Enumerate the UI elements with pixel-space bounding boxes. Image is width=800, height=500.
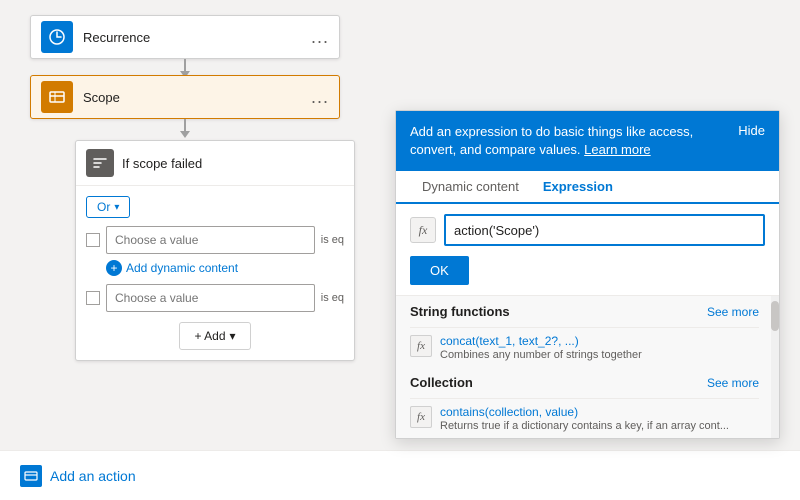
or-button[interactable]: Or ▾ bbox=[86, 196, 130, 218]
collection-header: Collection See more bbox=[410, 367, 759, 398]
func-item-concat: fx concat(text_1, text_2?, ...) Combines… bbox=[410, 327, 759, 367]
fx-badge: fx bbox=[410, 217, 436, 243]
arrow-2 bbox=[180, 119, 190, 138]
is-equal-label-1: is eq bbox=[321, 234, 344, 246]
recurrence-title: Recurrence bbox=[83, 30, 311, 45]
expr-functions-area: String functions See more fx concat(text… bbox=[396, 295, 779, 438]
func-fx-concat: fx bbox=[410, 335, 432, 357]
expr-input-row: fx bbox=[396, 204, 779, 256]
condition-icon bbox=[86, 149, 114, 177]
func-desc-concat: Combines any number of strings together bbox=[440, 349, 642, 361]
condition-header: If scope failed bbox=[76, 141, 354, 186]
scrollbar-track[interactable] bbox=[771, 296, 779, 438]
func-name-concat[interactable]: concat(text_1, text_2?, ...) bbox=[440, 334, 642, 348]
scope-more[interactable]: ... bbox=[311, 87, 329, 108]
tab-expression[interactable]: Expression bbox=[531, 171, 625, 204]
plus-icon: + bbox=[106, 260, 122, 276]
string-functions-header: String functions See more bbox=[410, 296, 759, 327]
flow-area: Recurrence ... Scope ... bbox=[0, 0, 800, 500]
func-name-contains[interactable]: contains(collection, value) bbox=[440, 405, 729, 419]
scope-title: Scope bbox=[83, 90, 311, 105]
expr-header-description: Add an expression to do basic things lik… bbox=[410, 124, 693, 157]
scrollbar-thumb[interactable] bbox=[771, 301, 779, 331]
expression-panel: Add an expression to do basic things lik… bbox=[395, 110, 780, 439]
condition-body: Or ▾ is eq + Add dynamic content is eq bbox=[76, 186, 354, 360]
tab-dynamic-content[interactable]: Dynamic content bbox=[410, 171, 531, 202]
func-item-contains: fx contains(collection, value) Returns t… bbox=[410, 398, 759, 438]
add-dynamic-content[interactable]: + Add dynamic content bbox=[106, 260, 344, 276]
string-functions-title: String functions bbox=[410, 304, 510, 319]
expr-header-text: Add an expression to do basic things lik… bbox=[410, 123, 738, 159]
func-info-contains: contains(collection, value) Returns true… bbox=[440, 405, 729, 432]
string-functions-section: String functions See more fx concat(text… bbox=[396, 296, 779, 367]
condition-checkbox-1[interactable] bbox=[86, 233, 100, 247]
hide-button[interactable]: Hide bbox=[738, 123, 765, 138]
string-functions-see-more[interactable]: See more bbox=[707, 305, 759, 319]
chevron-icon: ▾ bbox=[114, 202, 119, 213]
expr-input[interactable] bbox=[444, 214, 765, 246]
add-button[interactable]: + Add ▾ bbox=[179, 322, 250, 350]
recurrence-more[interactable]: ... bbox=[311, 27, 329, 48]
collection-see-more[interactable]: See more bbox=[707, 376, 759, 390]
add-action-button[interactable]: Add an action bbox=[20, 465, 136, 487]
condition-card: If scope failed Or ▾ is eq + Add dynamic… bbox=[75, 140, 355, 361]
collection-section: Collection See more fx contains(collecti… bbox=[396, 367, 779, 438]
func-fx-contains: fx bbox=[410, 406, 432, 428]
collection-title: Collection bbox=[410, 375, 473, 390]
ok-button[interactable]: OK bbox=[410, 256, 469, 285]
add-button-row: + Add ▾ bbox=[86, 322, 344, 350]
expr-panel-header: Add an expression to do basic things lik… bbox=[396, 111, 779, 171]
add-action-label: Add an action bbox=[50, 468, 136, 484]
learn-more-link[interactable]: Learn more bbox=[584, 142, 650, 157]
expr-tabs: Dynamic content Expression bbox=[396, 171, 779, 204]
add-dynamic-label: Add dynamic content bbox=[126, 261, 238, 275]
condition-row-2: is eq bbox=[86, 284, 344, 312]
func-info-concat: concat(text_1, text_2?, ...) Combines an… bbox=[440, 334, 642, 361]
condition-row-1: is eq bbox=[86, 226, 344, 254]
func-desc-contains: Returns true if a dictionary contains a … bbox=[440, 420, 729, 432]
condition-input-2[interactable] bbox=[106, 284, 315, 312]
is-equal-label-2: is eq bbox=[321, 292, 344, 304]
scope-icon bbox=[41, 81, 73, 113]
add-label: + Add bbox=[194, 329, 225, 343]
condition-input-1[interactable] bbox=[106, 226, 315, 254]
scope-card: Scope ... bbox=[30, 75, 340, 119]
bottom-bar: Add an action bbox=[0, 450, 800, 500]
add-action-icon bbox=[20, 465, 42, 487]
recurrence-card: Recurrence ... bbox=[30, 15, 340, 59]
condition-title: If scope failed bbox=[122, 156, 344, 171]
condition-checkbox-2[interactable] bbox=[86, 291, 100, 305]
recurrence-icon bbox=[41, 21, 73, 53]
add-chevron-icon: ▾ bbox=[230, 329, 236, 343]
